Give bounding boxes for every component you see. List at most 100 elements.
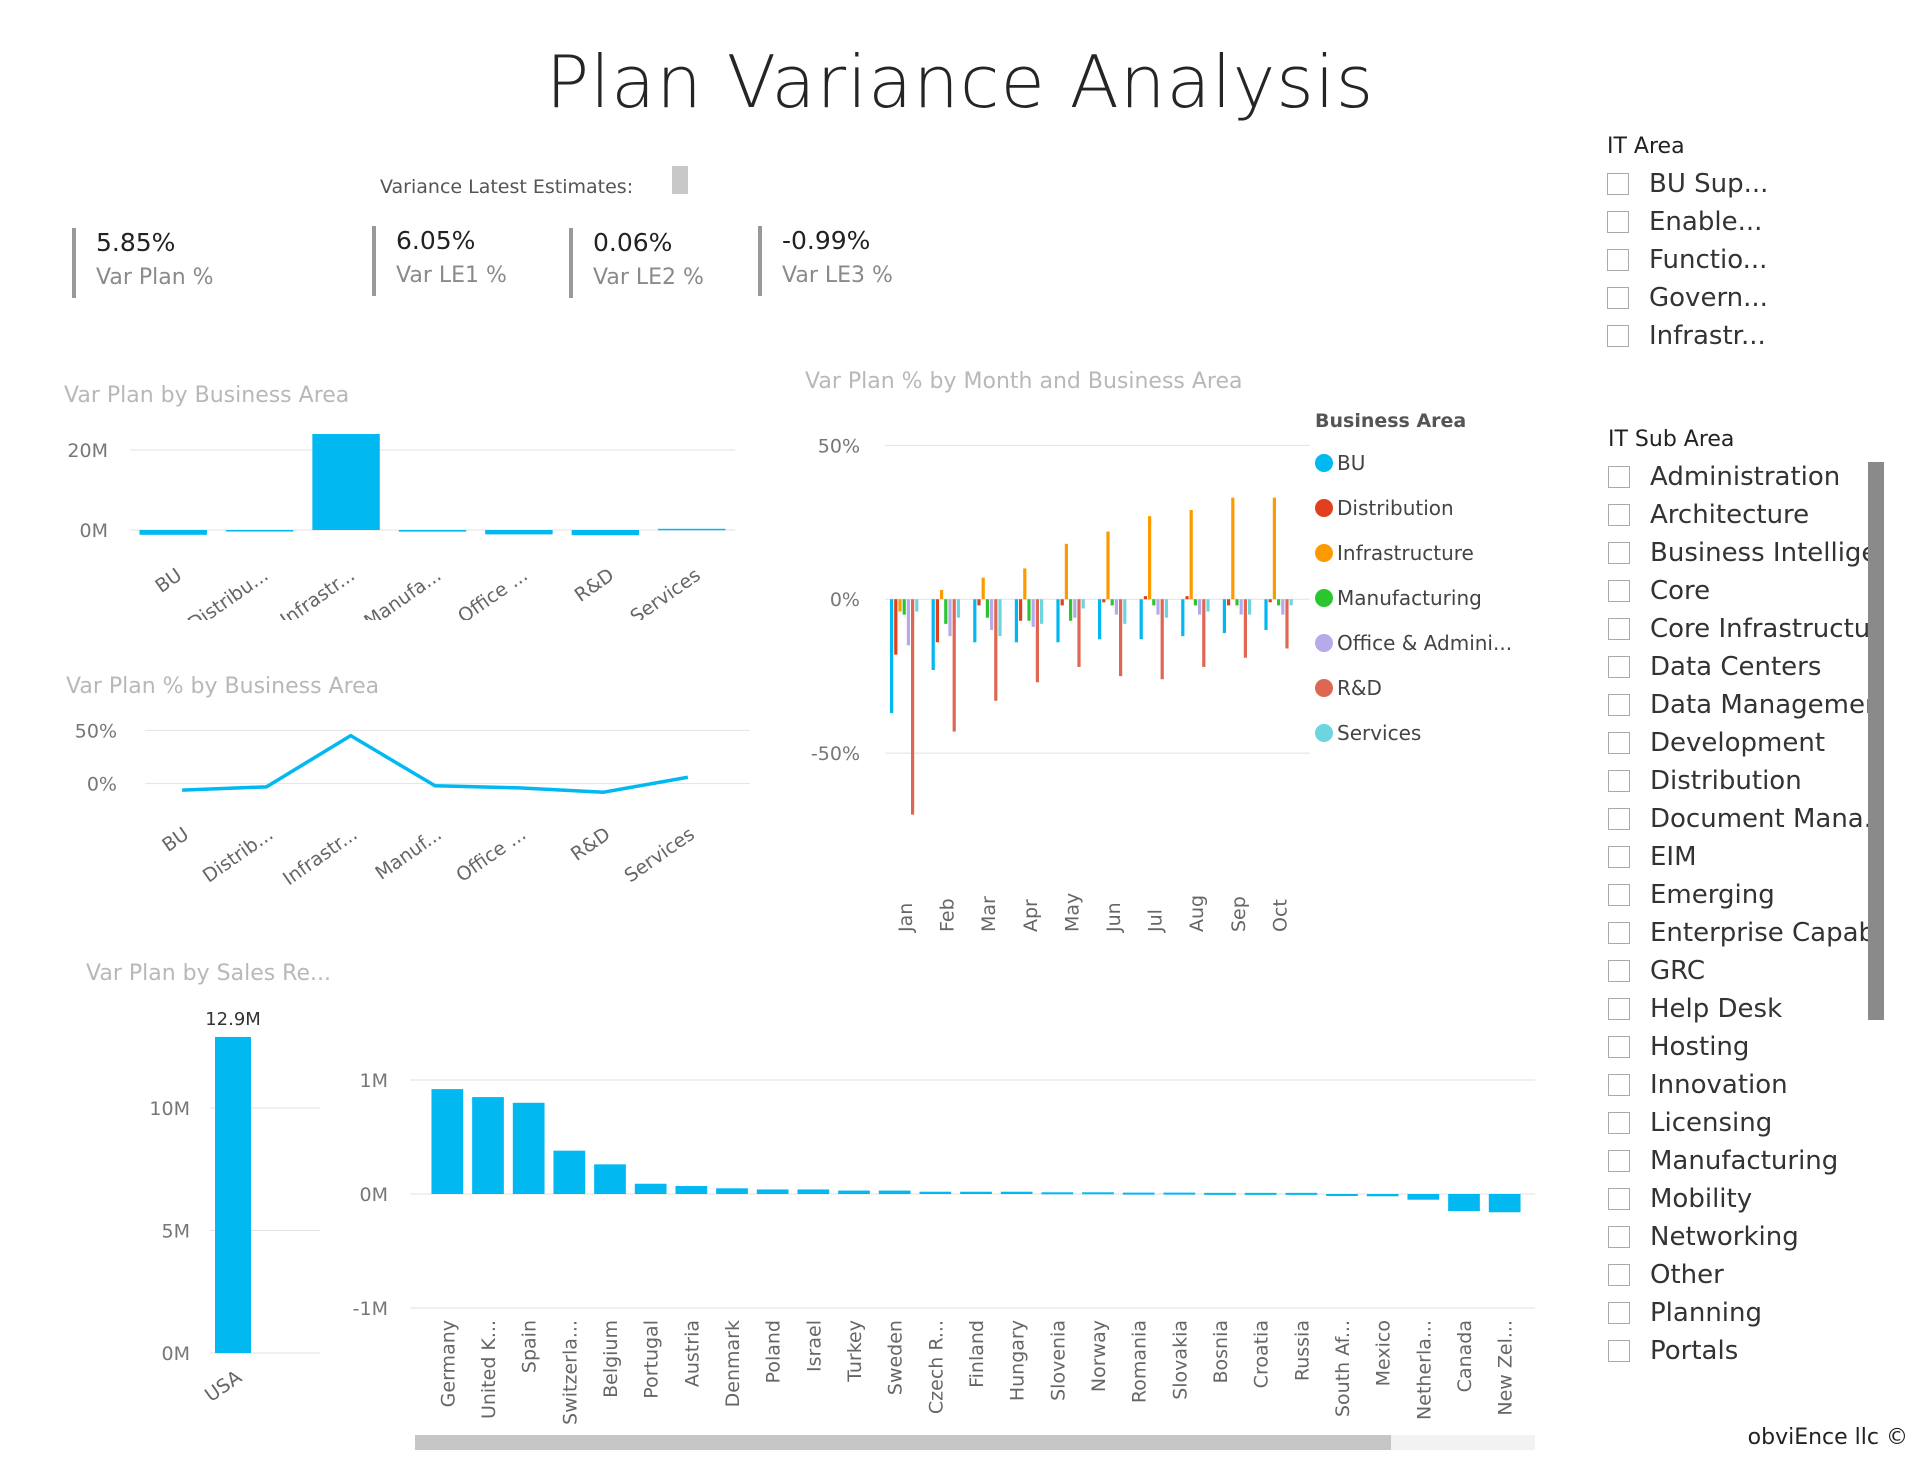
- legend-item[interactable]: Manufacturing: [1315, 575, 1512, 620]
- bar: [1407, 1194, 1440, 1200]
- bar: [1110, 599, 1114, 606]
- x-tick-label: Russia: [1291, 1320, 1313, 1381]
- checkbox[interactable]: [1608, 1302, 1630, 1324]
- checkbox[interactable]: [1608, 1074, 1630, 1096]
- it-sub-area-item[interactable]: Core Infrastructure: [1608, 610, 1870, 648]
- checkbox[interactable]: [1608, 618, 1630, 640]
- var-plan-pct-month-chart[interactable]: 50% 0% -50% Jan Feb Mar Apr May Jun Jul Aug Sep Oct: [790, 420, 1320, 940]
- checkbox[interactable]: [1608, 1112, 1630, 1134]
- var-plan-pct-business-area-chart[interactable]: 50% 0% BU Distrib... Infrastr... Manuf... Offi…: [60, 715, 750, 915]
- checkbox[interactable]: [1608, 770, 1630, 792]
- it-sub-area-item[interactable]: Development: [1608, 724, 1870, 762]
- it-sub-area-item[interactable]: EIM: [1608, 838, 1870, 876]
- kpi-value: 6.05%: [396, 226, 476, 255]
- it-sub-area-item[interactable]: GRC: [1608, 952, 1870, 990]
- var-plan-sales-region-countries-chart[interactable]: 1M 0M -1M Germany United K... Spain Switzerla.…: [330, 1050, 1550, 1450]
- checkbox[interactable]: [1608, 694, 1630, 716]
- it-sub-area-item[interactable]: Data Management: [1608, 686, 1870, 724]
- legend-item[interactable]: R&D: [1315, 665, 1512, 710]
- it-sub-area-item[interactable]: Enterprise Capabi...: [1608, 914, 1870, 952]
- checkbox[interactable]: [1608, 732, 1630, 754]
- checkbox[interactable]: [1608, 542, 1630, 564]
- it-area-item[interactable]: Infrastr...: [1607, 317, 1887, 355]
- checkbox[interactable]: [1608, 1150, 1630, 1172]
- kpi-card-var-le3[interactable]: -0.99% Var LE3 %: [758, 226, 893, 296]
- checkbox[interactable]: [1607, 173, 1629, 195]
- legend-item[interactable]: BU: [1315, 440, 1512, 485]
- it-area-item[interactable]: Enable...: [1607, 203, 1887, 241]
- legend-item[interactable]: Distribution: [1315, 485, 1512, 530]
- kpi-card-var-le2[interactable]: 0.06% Var LE2 %: [569, 228, 704, 298]
- it-sub-area-item[interactable]: Architecture: [1608, 496, 1870, 534]
- it-sub-area-item[interactable]: Help Desk: [1608, 990, 1870, 1028]
- checkbox[interactable]: [1607, 211, 1629, 233]
- checkbox[interactable]: [1608, 922, 1630, 944]
- it-area-item[interactable]: BU Sup...: [1607, 165, 1887, 203]
- legend-label: Manufacturing: [1337, 585, 1482, 610]
- variance-scrollbar[interactable]: [672, 166, 688, 194]
- checkbox[interactable]: [1608, 1188, 1630, 1210]
- bar: [1143, 596, 1147, 600]
- checkbox[interactable]: [1607, 287, 1629, 309]
- checkbox[interactable]: [1608, 1264, 1630, 1286]
- bar: [1281, 599, 1285, 615]
- checkbox[interactable]: [1608, 1036, 1630, 1058]
- checkbox[interactable]: [1608, 998, 1630, 1020]
- it-area-item-label: Infrastr...: [1649, 321, 1766, 351]
- it-sub-area-item[interactable]: Planning: [1608, 1294, 1870, 1332]
- it-sub-area-item[interactable]: Business Intellige...: [1608, 534, 1870, 572]
- y-tick-label: 50%: [75, 720, 117, 742]
- legend-title: Business Area: [1315, 410, 1467, 432]
- bar: [658, 528, 726, 531]
- bar: [472, 1097, 504, 1194]
- checkbox[interactable]: [1608, 884, 1630, 906]
- x-tick-label: Turkey: [844, 1320, 866, 1383]
- bar: [1285, 599, 1289, 649]
- kpi-card-var-le1[interactable]: 6.05% Var LE1 %: [372, 226, 507, 296]
- var-plan-sales-region-usa-chart[interactable]: 10M 5M 0M 12.9M USA: [60, 1000, 330, 1420]
- bar: [1235, 599, 1239, 606]
- checkbox[interactable]: [1608, 656, 1630, 678]
- it-sub-area-item[interactable]: Distribution: [1608, 762, 1870, 800]
- var-plan-business-area-chart[interactable]: 20M 0M BUDistribu... Infrastr... Manufa... Of…: [60, 420, 750, 620]
- bar: [1248, 599, 1252, 615]
- legend-item[interactable]: Office & Admini...: [1315, 620, 1512, 665]
- checkbox[interactable]: [1608, 504, 1630, 526]
- it-sub-area-item[interactable]: Document Mana...: [1608, 800, 1870, 838]
- checkbox[interactable]: [1608, 960, 1630, 982]
- x-tick-label: Services: [620, 823, 698, 887]
- it-sub-area-item[interactable]: Hosting: [1608, 1028, 1870, 1066]
- it-sub-area-item[interactable]: Emerging: [1608, 876, 1870, 914]
- checkbox[interactable]: [1607, 249, 1629, 271]
- checkbox[interactable]: [1608, 1340, 1630, 1362]
- it-sub-area-scrollbar[interactable]: [1868, 462, 1884, 1020]
- it-sub-area-item[interactable]: Administration: [1608, 458, 1870, 496]
- bar: [1488, 1194, 1521, 1213]
- it-sub-area-item[interactable]: Other: [1608, 1256, 1870, 1294]
- it-sub-area-item[interactable]: Networking: [1608, 1218, 1870, 1256]
- checkbox[interactable]: [1608, 580, 1630, 602]
- checkbox[interactable]: [1607, 325, 1629, 347]
- it-sub-area-item[interactable]: Portals: [1608, 1332, 1870, 1370]
- it-sub-area-item[interactable]: Mobility: [1608, 1180, 1870, 1218]
- it-area-item[interactable]: Functio...: [1607, 241, 1887, 279]
- it-sub-area-slicer: IT Sub Area Administration Architecture Bu…: [1608, 427, 1870, 1370]
- it-sub-area-item[interactable]: Licensing: [1608, 1104, 1870, 1142]
- it-sub-area-item[interactable]: Manufacturing: [1608, 1142, 1870, 1180]
- bar: [431, 1089, 464, 1194]
- it-sub-area-item[interactable]: Data Centers: [1608, 648, 1870, 686]
- bar: [1231, 497, 1235, 600]
- checkbox[interactable]: [1608, 808, 1630, 830]
- it-area-item[interactable]: Govern...: [1607, 279, 1887, 317]
- x-tick-label: Distribu...: [184, 564, 272, 620]
- it-sub-area-item[interactable]: Core: [1608, 572, 1870, 610]
- legend-item[interactable]: Services: [1315, 710, 1512, 755]
- it-sub-area-item[interactable]: Innovation: [1608, 1066, 1870, 1104]
- legend-item[interactable]: Infrastructure: [1315, 530, 1512, 575]
- kpi-card-var-plan[interactable]: 5.85% Var Plan %: [72, 228, 214, 298]
- checkbox[interactable]: [1608, 466, 1630, 488]
- x-tick-label: Sweden: [885, 1320, 907, 1395]
- bar: [512, 1102, 545, 1194]
- checkbox[interactable]: [1608, 1226, 1630, 1248]
- checkbox[interactable]: [1608, 846, 1630, 868]
